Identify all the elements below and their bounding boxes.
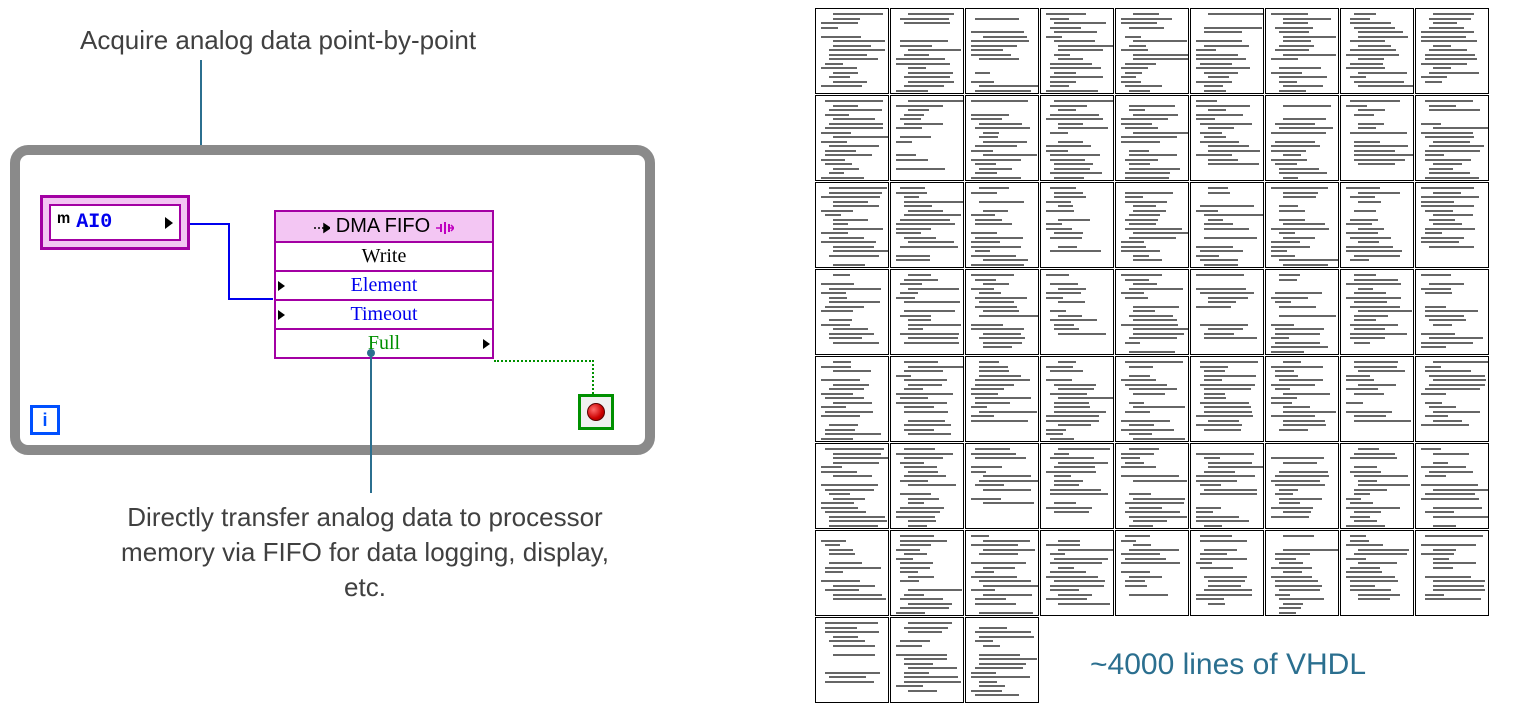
code-page [1265, 356, 1339, 442]
code-page [1190, 443, 1264, 529]
code-page [1415, 182, 1489, 268]
code-page [1340, 269, 1414, 355]
code-page [1115, 269, 1189, 355]
code-page [815, 269, 889, 355]
code-page [890, 617, 964, 703]
fifo-row-full: Full [276, 330, 492, 357]
code-page [965, 617, 1039, 703]
code-page [1415, 8, 1489, 94]
vhdl-page-grid [815, 8, 1515, 703]
ai0-terminal: ᵐ AI0 [40, 195, 190, 250]
code-page [1190, 8, 1264, 94]
code-page [890, 182, 964, 268]
code-page [1040, 530, 1114, 616]
code-page [815, 617, 889, 703]
code-page [965, 269, 1039, 355]
code-page [890, 530, 964, 616]
fifo-title: DMA FIFO [336, 215, 430, 237]
code-page [965, 356, 1039, 442]
code-page [965, 95, 1039, 181]
code-page [1340, 443, 1414, 529]
wire-ai0-down [228, 223, 230, 300]
code-page [1265, 182, 1339, 268]
signal-wave-icon: ᵐ [57, 210, 68, 235]
caption-vhdl-lines: ~4000 lines of VHDL [1090, 648, 1366, 682]
code-page [815, 95, 889, 181]
code-page [890, 95, 964, 181]
code-page [1040, 269, 1114, 355]
code-page [1340, 8, 1414, 94]
stop-terminal [578, 394, 614, 430]
code-page [1040, 182, 1114, 268]
code-page [1040, 95, 1114, 181]
fifo-out-arrow-icon [436, 222, 454, 234]
wire-ai0-to-fifo [228, 298, 273, 300]
code-page [1340, 530, 1414, 616]
code-page [1040, 443, 1114, 529]
leader-line-bottom [370, 353, 372, 493]
code-page [890, 443, 964, 529]
code-page [1415, 530, 1489, 616]
code-page [965, 530, 1039, 616]
code-page [1040, 8, 1114, 94]
code-page [1265, 8, 1339, 94]
code-page [1415, 356, 1489, 442]
code-page [1190, 356, 1264, 442]
code-page [1415, 269, 1489, 355]
output-terminal-icon [483, 339, 490, 349]
fifo-header: DMA FIFO [276, 212, 492, 243]
caption-acquire: Acquire analog data point-by-point [80, 25, 476, 56]
code-page [815, 530, 889, 616]
code-page [815, 443, 889, 529]
code-page [1115, 182, 1189, 268]
fifo-row-timeout: Timeout [276, 301, 492, 330]
fifo-row-write: Write [276, 243, 492, 272]
code-page [1340, 182, 1414, 268]
ai0-inner: ᵐ AI0 [49, 204, 181, 241]
code-page [890, 269, 964, 355]
iteration-terminal: i [30, 405, 60, 435]
code-page [1265, 530, 1339, 616]
input-terminal-icon [278, 281, 285, 291]
caption-transfer: Directly transfer analog data to process… [100, 500, 630, 605]
code-page [1115, 443, 1189, 529]
iteration-label: i [42, 410, 47, 431]
code-page [1265, 95, 1339, 181]
code-page [890, 8, 964, 94]
dma-fifo-node: DMA FIFO WriteElementTimeoutFull [274, 210, 494, 359]
code-page [1340, 356, 1414, 442]
wire-ai0-out [190, 223, 230, 225]
code-page [815, 356, 889, 442]
code-page [1190, 269, 1264, 355]
code-page [815, 182, 889, 268]
ai0-label: AI0 [76, 211, 112, 234]
code-page [1190, 530, 1264, 616]
code-page [890, 356, 964, 442]
code-page [1115, 95, 1189, 181]
code-page [965, 8, 1039, 94]
code-page [815, 8, 889, 94]
stop-button-icon [587, 403, 605, 421]
fifo-row-element: Element [276, 272, 492, 301]
code-page [1190, 95, 1264, 181]
code-page [1115, 8, 1189, 94]
code-page [965, 182, 1039, 268]
output-terminal-icon [165, 217, 173, 229]
code-page [1415, 95, 1489, 181]
input-terminal-icon [278, 310, 285, 320]
code-page [1115, 356, 1189, 442]
code-page [1040, 356, 1114, 442]
code-page [1415, 443, 1489, 529]
fifo-in-arrow-icon [314, 222, 330, 234]
code-page [1265, 443, 1339, 529]
code-page [965, 443, 1039, 529]
code-page [1340, 95, 1414, 181]
code-page [1265, 269, 1339, 355]
code-page [1115, 530, 1189, 616]
code-page [1190, 182, 1264, 268]
